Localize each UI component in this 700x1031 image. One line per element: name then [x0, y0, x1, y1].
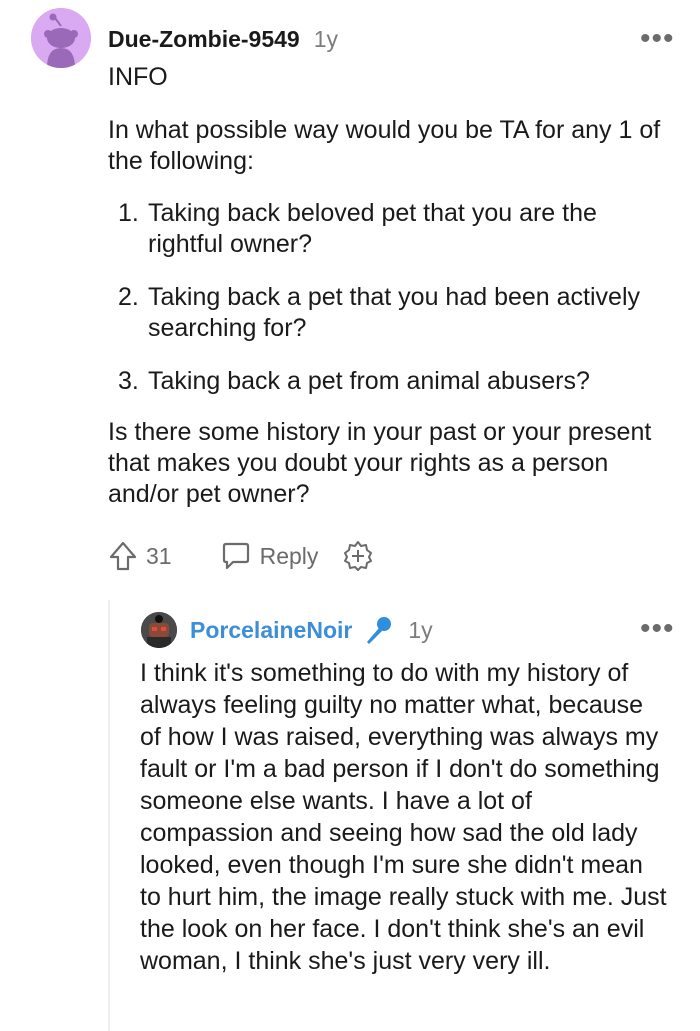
award-button[interactable]	[342, 540, 374, 572]
avatar[interactable]	[31, 8, 91, 68]
comment-header: Due-Zombie-9549 1y	[108, 24, 338, 54]
user-avatar-icon	[141, 612, 177, 648]
comment-age: 1y	[408, 616, 433, 643]
list-item-number: 2.	[118, 283, 139, 311]
comment-info-label: INFO	[108, 63, 168, 91]
comment-numbered-list: 1. Taking back beloved pet that you are …	[118, 198, 663, 419]
list-item: 3. Taking back a pet from animal abusers…	[118, 366, 663, 397]
reply-bubble-icon	[222, 542, 249, 570]
reply-button[interactable]: Reply	[220, 541, 319, 571]
more-options-icon[interactable]: •••	[640, 24, 675, 54]
reply-header: PorcelaineNoir 1y	[190, 614, 433, 646]
comment-intro-paragraph: In what possible way would you be TA for…	[108, 116, 661, 175]
reply-body: I think it's something to do with my his…	[140, 659, 667, 975]
thread-line[interactable]	[108, 600, 110, 1031]
snoo-avatar-icon	[31, 8, 91, 68]
comment-question-paragraph: Is there some history in your past or yo…	[108, 418, 652, 508]
list-item: 2. Taking back a pet that you had been a…	[118, 282, 663, 344]
author-name[interactable]: Due-Zombie-9549	[108, 26, 300, 53]
comment-age: 1y	[313, 25, 339, 52]
upvote-count: 31	[146, 542, 172, 569]
list-item-number: 1.	[118, 199, 139, 227]
microphone-icon	[362, 614, 394, 646]
comment-actions: 31 Reply	[108, 537, 374, 575]
more-options-icon[interactable]: •••	[640, 614, 675, 644]
upvote-button[interactable]: 31	[108, 540, 172, 572]
upvote-arrow-icon	[109, 541, 137, 571]
author-name[interactable]: PorcelaineNoir	[190, 617, 352, 644]
list-item-number: 3.	[118, 367, 139, 395]
award-plus-icon	[344, 541, 373, 571]
list-item-text: Taking back a pet that you had been acti…	[148, 283, 640, 342]
avatar[interactable]	[141, 612, 177, 648]
list-item-text: Taking back a pet from animal abusers?	[148, 367, 590, 395]
list-item: 1. Taking back beloved pet that you are …	[118, 198, 663, 260]
list-item-text: Taking back beloved pet that you are the…	[148, 199, 597, 258]
reply-label: Reply	[259, 542, 319, 569]
